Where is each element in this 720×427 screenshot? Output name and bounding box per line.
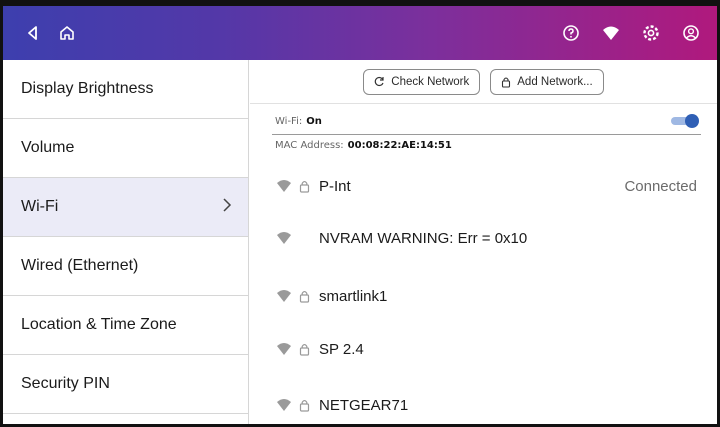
sidebar-item-volume[interactable]: Volume	[3, 119, 248, 178]
wifi-status-row: Wi-Fi: On	[250, 108, 717, 134]
top-bar-right	[557, 19, 705, 47]
wifi-toggle[interactable]	[671, 114, 699, 128]
wifi-signal-icon	[276, 179, 292, 193]
account-icon[interactable]	[677, 19, 705, 47]
network-item[interactable]: NETGEAR71	[250, 390, 717, 420]
sidebar-item-wired-ethernet[interactable]: Wired (Ethernet)	[3, 237, 248, 296]
refresh-icon	[375, 76, 384, 87]
sidebar-item-label: Wired (Ethernet)	[21, 257, 139, 274]
settings-icon[interactable]	[637, 19, 665, 47]
lock-icon	[299, 342, 311, 356]
sidebar-item-display-brightness[interactable]: Display Brightness	[3, 60, 248, 119]
network-name: NETGEAR71	[319, 396, 409, 414]
check-network-button[interactable]: Check Network	[363, 68, 481, 95]
add-network-label: Add Network...	[517, 75, 593, 88]
sidebar-item-security-pin[interactable]: Security PIN	[3, 355, 248, 414]
top-bar-left	[19, 19, 81, 47]
settings-sidebar: Display Brightness Volume Wi-Fi Wired (E…	[3, 60, 249, 424]
sidebar-item-label: Security PIN	[21, 375, 110, 392]
lock-icon	[299, 289, 311, 303]
lock-icon	[299, 179, 311, 193]
wifi-label: Wi-Fi:	[275, 115, 303, 127]
wifi-signal-icon	[276, 231, 292, 245]
add-network-button[interactable]: Add Network...	[490, 68, 604, 95]
lock-icon	[299, 398, 311, 412]
sidebar-item-location-time-zone[interactable]: Location & Time Zone	[3, 296, 248, 355]
wifi-signal-icon	[276, 398, 292, 412]
network-actions: Check Network Add Network...	[250, 60, 717, 104]
wifi-panel: Check Network Add Network... Wi-Fi: On M…	[250, 60, 717, 424]
check-network-label: Check Network	[391, 75, 470, 88]
network-item[interactable]: NVRAM WARNING: Err = 0x10	[250, 223, 717, 253]
back-icon[interactable]	[19, 19, 47, 47]
home-icon[interactable]	[53, 19, 81, 47]
network-item[interactable]: SP 2.4	[250, 334, 717, 364]
wifi-signal-icon	[276, 289, 292, 303]
wifi-status-icon[interactable]	[597, 19, 625, 47]
sidebar-item-label: Wi-Fi	[21, 198, 59, 215]
wifi-state: On	[306, 115, 322, 127]
device-screen: Display Brightness Volume Wi-Fi Wired (E…	[0, 0, 720, 427]
network-name: smartlink1	[319, 287, 388, 305]
sidebar-item-label: Location & Time Zone	[21, 316, 177, 333]
sidebar-item-label: Volume	[21, 139, 75, 156]
network-name: P-Int	[319, 177, 351, 195]
help-icon[interactable]	[557, 19, 585, 47]
toggle-knob	[685, 114, 699, 128]
mac-value: 00:08:22:AE:14:51	[347, 139, 452, 151]
network-name: SP 2.4	[319, 340, 364, 358]
network-item[interactable]: smartlink1	[250, 281, 717, 311]
mac-label: MAC Address:	[275, 139, 344, 151]
lock-icon	[502, 76, 511, 88]
sidebar-item-wifi[interactable]: Wi-Fi	[3, 178, 248, 237]
mac-address-row: MAC Address: 00:08:22:AE:14:51	[250, 135, 717, 155]
sidebar-item-label: Display Brightness	[21, 80, 154, 97]
wifi-signal-icon	[276, 342, 292, 356]
network-item[interactable]: P-Int Connected	[250, 171, 717, 201]
network-status: Connected	[624, 177, 697, 195]
chevron-right-icon	[222, 197, 232, 218]
top-bar	[3, 6, 717, 60]
network-name: NVRAM WARNING: Err = 0x10	[319, 229, 528, 247]
